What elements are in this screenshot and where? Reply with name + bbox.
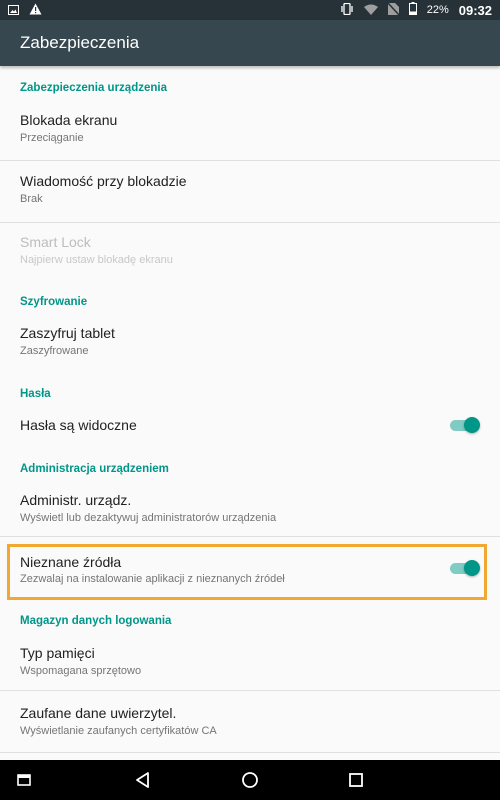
clock: 09:32 (458, 2, 492, 18)
device-admins-summary: Wyświetl lub dezaktywuj administratorów … (20, 512, 277, 524)
encrypt-tablet-item[interactable]: Zaszyfruj tablet Zaszyfrowane (0, 314, 500, 370)
back-icon[interactable] (131, 768, 155, 792)
battery-percentage: 22% (426, 4, 449, 16)
app-bar: Zabezpieczenia (0, 20, 500, 66)
smart-lock-title: Smart Lock (20, 234, 91, 250)
screen-lock-title: Blokada ekranu (20, 112, 118, 128)
smart-lock-item: Smart Lock Najpierw ustaw blokadę ekranu (0, 223, 500, 277)
battery-icon (408, 2, 417, 18)
lock-message-summary: Brak (20, 193, 43, 205)
image-icon (8, 3, 19, 18)
status-bar: 22% 09:32 (0, 0, 500, 20)
storage-type-summary: Wspomagana sprzętowo (20, 665, 142, 677)
page-title: Zabezpieczenia (20, 33, 140, 52)
section-header-device-security: Zabezpieczenia urządzenia (20, 82, 167, 94)
trusted-credentials-summary: Wyświetlanie zaufanych certyfikatów CA (20, 725, 217, 737)
overview-icon[interactable] (344, 768, 368, 792)
screen-lock-item[interactable]: Blokada ekranu Przeciąganie (0, 102, 500, 160)
divider (0, 752, 500, 753)
navigation-bar (0, 760, 500, 800)
lock-message-item[interactable]: Wiadomość przy blokadzie Brak (0, 161, 500, 222)
encrypt-tablet-title: Zaszyfruj tablet (20, 325, 115, 341)
device-admins-title: Administr. urządz. (20, 492, 132, 508)
storage-type-title: Typ pamięci (20, 645, 95, 661)
no-sim-icon (387, 1, 400, 18)
show-passwords-title: Hasła są widoczne (20, 417, 137, 433)
highlight-frame (7, 544, 487, 600)
section-header-encryption: Szyfrowanie (20, 296, 88, 308)
recents-icon[interactable] (12, 768, 36, 792)
divider (0, 536, 500, 537)
settings-list[interactable]: Zabezpieczenia urządzenia Blokada ekranu… (0, 66, 500, 760)
screen-lock-summary: Przeciąganie (20, 132, 84, 144)
smart-lock-summary: Najpierw ustaw blokadę ekranu (20, 254, 173, 266)
warning-icon (29, 3, 42, 18)
section-header-device-admin: Administracja urządzeniem (20, 463, 169, 475)
trusted-credentials-title: Zaufane dane uwierzytel. (20, 705, 177, 721)
wifi-icon (363, 3, 378, 18)
home-icon[interactable] (238, 768, 262, 792)
show-passwords-item[interactable]: Hasła są widoczne (0, 406, 500, 446)
section-header-credential-storage: Magazyn danych logowania (20, 615, 172, 627)
device-admins-item[interactable]: Administr. urządz. Wyświetl lub dezaktyw… (0, 482, 500, 536)
encrypt-tablet-summary: Zaszyfrowane (20, 345, 89, 357)
storage-type-item[interactable]: Typ pamięci Wspomagana sprzętowo (0, 634, 500, 690)
lock-message-title: Wiadomość przy blokadzie (20, 173, 187, 189)
section-header-passwords: Hasła (20, 388, 51, 400)
trusted-credentials-item[interactable]: Zaufane dane uwierzytel. Wyświetlanie za… (0, 691, 500, 751)
show-passwords-toggle[interactable] (450, 416, 480, 434)
vibrate-icon (340, 2, 354, 18)
